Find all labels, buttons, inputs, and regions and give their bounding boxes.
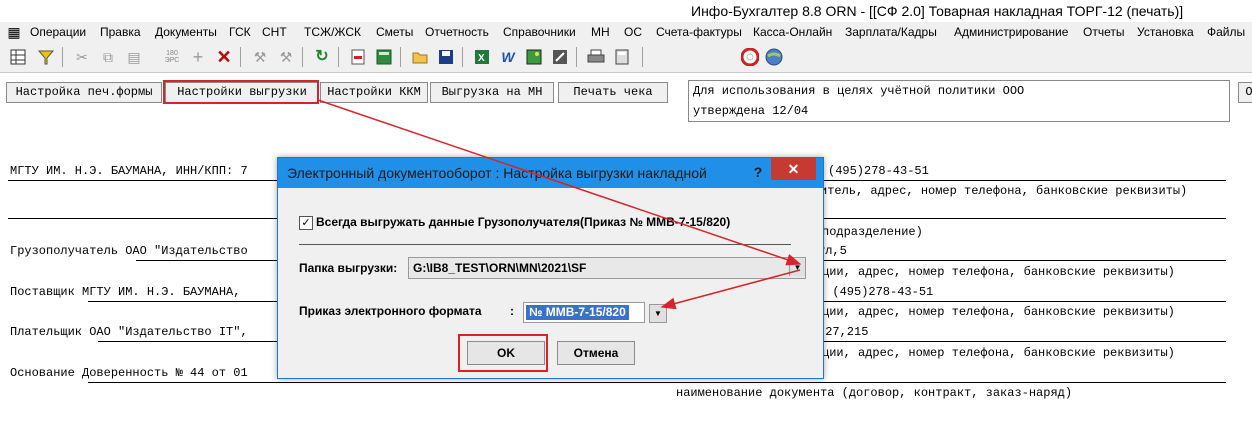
open-folder-icon[interactable] xyxy=(410,47,430,67)
menu-bar: ▦ Операции Правка Документы ГСК СНТ ТСЖ/… xyxy=(0,22,1252,42)
refresh-icon[interactable]: ↻ xyxy=(312,47,332,67)
consignee-checkbox[interactable]: ✓ xyxy=(299,216,313,230)
note-line-1: Для использования в целях учётной полити… xyxy=(693,84,1025,98)
export-mn-button[interactable]: Выгрузка на МН xyxy=(430,82,554,103)
window-title: Инфо-Бухгалтер 8.8 ORN - [[СФ 2.0] Товар… xyxy=(691,3,1184,19)
menu-estimates[interactable]: Сметы xyxy=(376,25,413,39)
cut-icon[interactable]: ✂ xyxy=(72,47,92,67)
menu-invoices[interactable]: Счета-фактуры xyxy=(656,25,742,39)
toolbar: ✂ ⧉ ▤ 180 ЭРС + ✕ ⚒ ⚒ ↻ X W xyxy=(0,42,1252,73)
divider xyxy=(88,382,1226,383)
format-select[interactable]: № ММВ-7-15/820 xyxy=(523,302,645,323)
menu-snt[interactable]: СНТ xyxy=(262,25,287,39)
caption-line: наименование документа (договор, контрак… xyxy=(676,386,1073,400)
highlight-ok xyxy=(458,334,548,372)
supplier-line: Поставщик МГТУ ИМ. Н.Э. БАУМАНА, xyxy=(10,285,241,299)
kkm-settings-button[interactable]: Настройки ККМ xyxy=(320,82,428,103)
address-line: ,27,215 xyxy=(818,325,869,339)
consignee-checkbox-label: Всегда выгружать данные Грузополучателя(… xyxy=(316,215,731,229)
organization-line: МГТУ ИМ. Н.Э. БАУМАНА, ИНН/КПП: 7 xyxy=(10,164,248,178)
print-form-settings-button[interactable]: Настройка печ.формы xyxy=(6,82,162,103)
menu-tszh[interactable]: ТСЖ/ЖСК xyxy=(304,25,361,39)
cut-off-button[interactable]: О xyxy=(1238,82,1252,103)
menu-files[interactable]: Файлы xyxy=(1207,25,1245,39)
cancel-button[interactable]: Отмена xyxy=(557,341,635,365)
help-button[interactable]: ? xyxy=(748,162,768,182)
document-icon[interactable] xyxy=(348,47,368,67)
caption-line: ции, адрес, номер телефона, банковские р… xyxy=(822,346,1175,360)
menu-gsk[interactable]: ГСК xyxy=(229,25,251,39)
menu-administration[interactable]: Администрирование xyxy=(954,25,1068,39)
menu-cash-online[interactable]: Касса-Онлайн xyxy=(753,25,832,39)
filter-icon[interactable] xyxy=(36,47,56,67)
calculator2-icon[interactable] xyxy=(612,47,632,67)
note-line-2: утверждена 12/04 xyxy=(693,104,809,118)
menu-reports[interactable]: Отчеты xyxy=(1083,25,1124,39)
dialog-title: Электронный документооборот : Настройка … xyxy=(287,165,707,181)
phone-line: (495)278-43-51 xyxy=(828,164,929,178)
excel-icon[interactable]: X xyxy=(472,47,492,67)
print-icon[interactable] xyxy=(586,47,606,67)
svg-text:X: X xyxy=(478,53,485,64)
menu-setup[interactable]: Установка xyxy=(1137,25,1194,39)
close-button[interactable]: ✕ xyxy=(771,158,816,180)
menu-documents[interactable]: Документы xyxy=(155,25,217,39)
copy-icon[interactable]: ⧉ xyxy=(98,47,118,67)
app-menu-icon[interactable]: ▦ xyxy=(4,22,24,42)
globe-icon[interactable] xyxy=(764,47,784,67)
menu-mn[interactable]: МН xyxy=(591,25,610,39)
tool-icon[interactable]: ⚒ xyxy=(250,47,270,67)
menu-salary[interactable]: Зарплата/Кадры xyxy=(845,25,937,39)
format-colon: : xyxy=(510,304,514,318)
print-receipt-button[interactable]: Печать чека xyxy=(558,82,668,103)
folder-dropdown-icon[interactable]: ▼ xyxy=(789,259,805,276)
menu-operations[interactable]: Операции xyxy=(30,25,86,39)
menu-reporting[interactable]: Отчетность xyxy=(425,25,489,39)
caption-line: ции, адрес, номер телефона, банковские р… xyxy=(822,265,1175,279)
accounting-policy-note: Для использования в целях учётной полити… xyxy=(688,80,1230,122)
grid-icon[interactable] xyxy=(8,47,28,67)
caption-line: подразделение) xyxy=(822,225,923,239)
phone-line: , (495)278-43-51 xyxy=(818,285,934,299)
paste-icon[interactable]: ▤ xyxy=(124,47,144,67)
tool2-icon[interactable]: ⚒ xyxy=(276,47,296,67)
menu-os[interactable]: ОС xyxy=(624,25,642,39)
format-value: № ММВ-7-15/820 xyxy=(526,305,629,320)
menu-edit[interactable]: Правка xyxy=(100,25,141,39)
payer-line: Плательщик ОАО "Издательство IT", xyxy=(10,325,248,339)
format-dropdown-icon[interactable]: ▼ xyxy=(649,304,667,323)
consignee-line: Грузополучатель ОАО "Издательство xyxy=(10,244,248,258)
dialog-title-bar: Электронный документооборот : Настройка … xyxy=(278,158,823,188)
word-icon[interactable]: W xyxy=(498,47,518,67)
calculator-icon[interactable] xyxy=(374,47,394,67)
add-icon[interactable]: + xyxy=(188,47,208,67)
folder-value: G:\IB8_TEST\ORN\MN\2021\SF xyxy=(413,261,587,275)
image-icon[interactable] xyxy=(524,47,544,67)
title-bar: Инфо-Бухгалтер 8.8 ORN - [[СФ 2.0] Товар… xyxy=(0,0,1252,22)
rotate-icon[interactable]: 180 ЭРС xyxy=(162,47,182,67)
caption-line: ции, адрес, номер телефона, банковские р… xyxy=(822,305,1175,319)
folder-label: Папка выгрузки: xyxy=(299,261,398,275)
menu-references[interactable]: Справочники xyxy=(503,25,576,39)
format-label: Приказ электронного формата xyxy=(299,304,482,318)
export-settings-dialog: Электронный документооборот : Настройка … xyxy=(277,157,824,379)
help-icon[interactable] xyxy=(740,47,760,67)
edit-icon[interactable] xyxy=(550,47,570,67)
highlight-export-settings xyxy=(163,80,319,104)
basis-line: Основание Доверенность № 44 от 01 xyxy=(10,366,248,380)
caption-line: итель, адрес, номер телефона, банковские… xyxy=(820,184,1188,198)
separator xyxy=(299,244,791,245)
save-icon[interactable] xyxy=(436,47,456,67)
delete-icon[interactable]: ✕ xyxy=(214,47,234,67)
folder-field[interactable]: G:\IB8_TEST\ORN\MN\2021\SF xyxy=(408,257,806,279)
